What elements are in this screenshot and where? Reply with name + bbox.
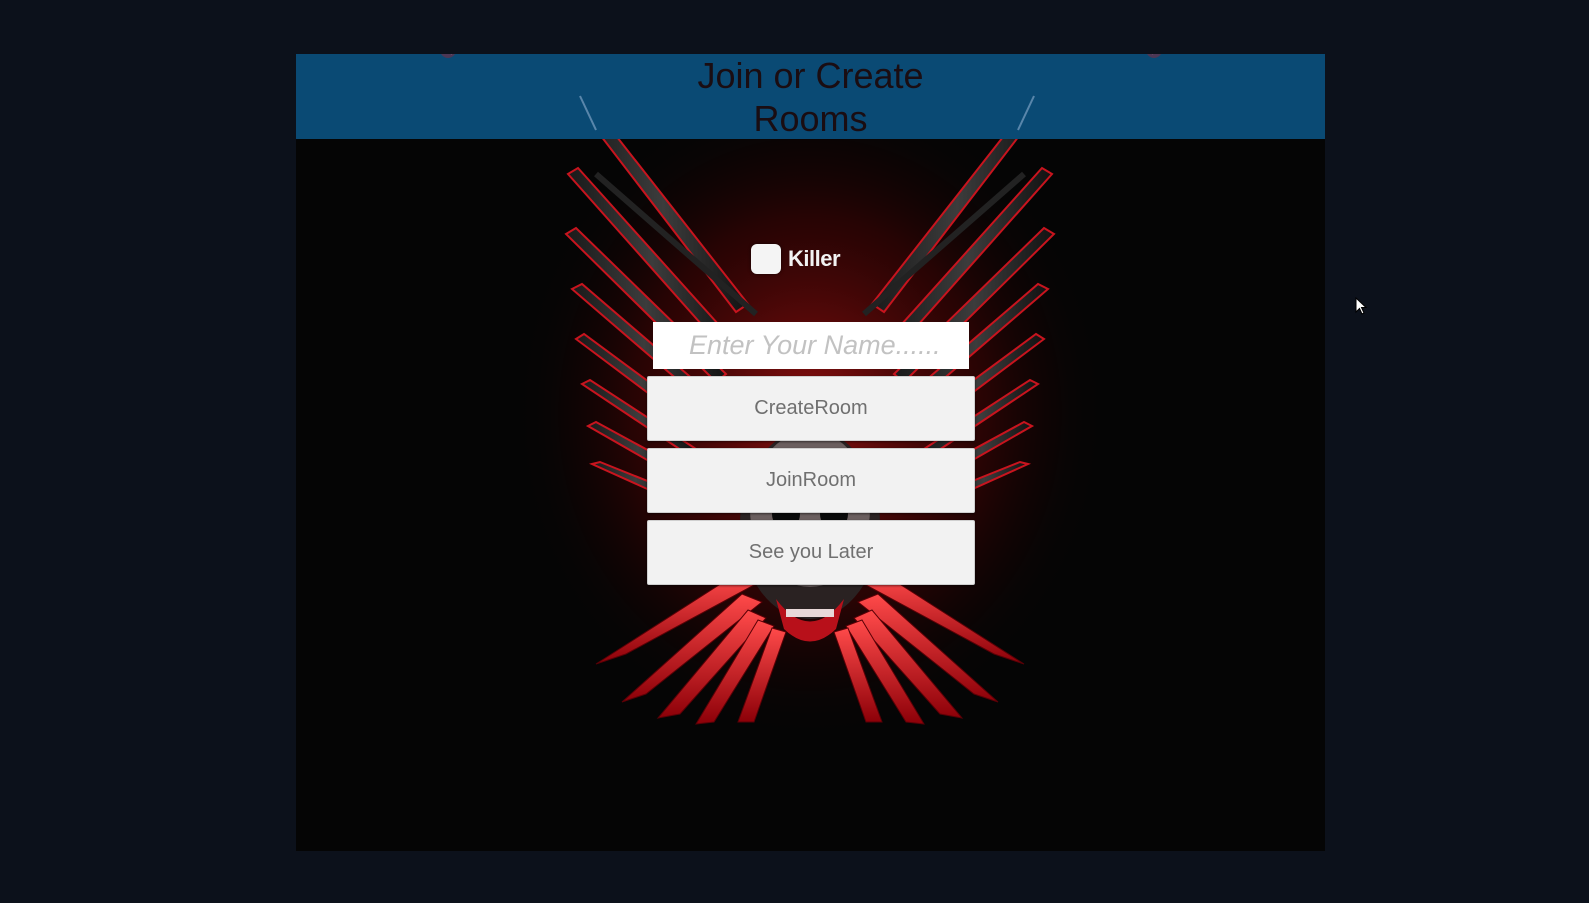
lobby-panel: Join or Create Rooms Killer CreateRoom J… [296,54,1325,851]
join-room-button[interactable]: JoinRoom [647,448,975,513]
game-window: Join or Create Rooms Killer CreateRoom J… [0,0,1589,903]
player-name-input[interactable] [653,322,969,369]
quit-button[interactable]: See you Later [647,520,975,585]
create-room-button[interactable]: CreateRoom [647,376,975,441]
killer-checkbox[interactable] [751,244,781,274]
header-bar: Join or Create Rooms [296,54,1325,139]
page-title: Join or Create Rooms [697,55,924,139]
killer-toggle[interactable]: Killer [751,243,841,275]
killer-label: Killer [788,246,841,271]
mouse-pointer-icon [1355,297,1367,315]
